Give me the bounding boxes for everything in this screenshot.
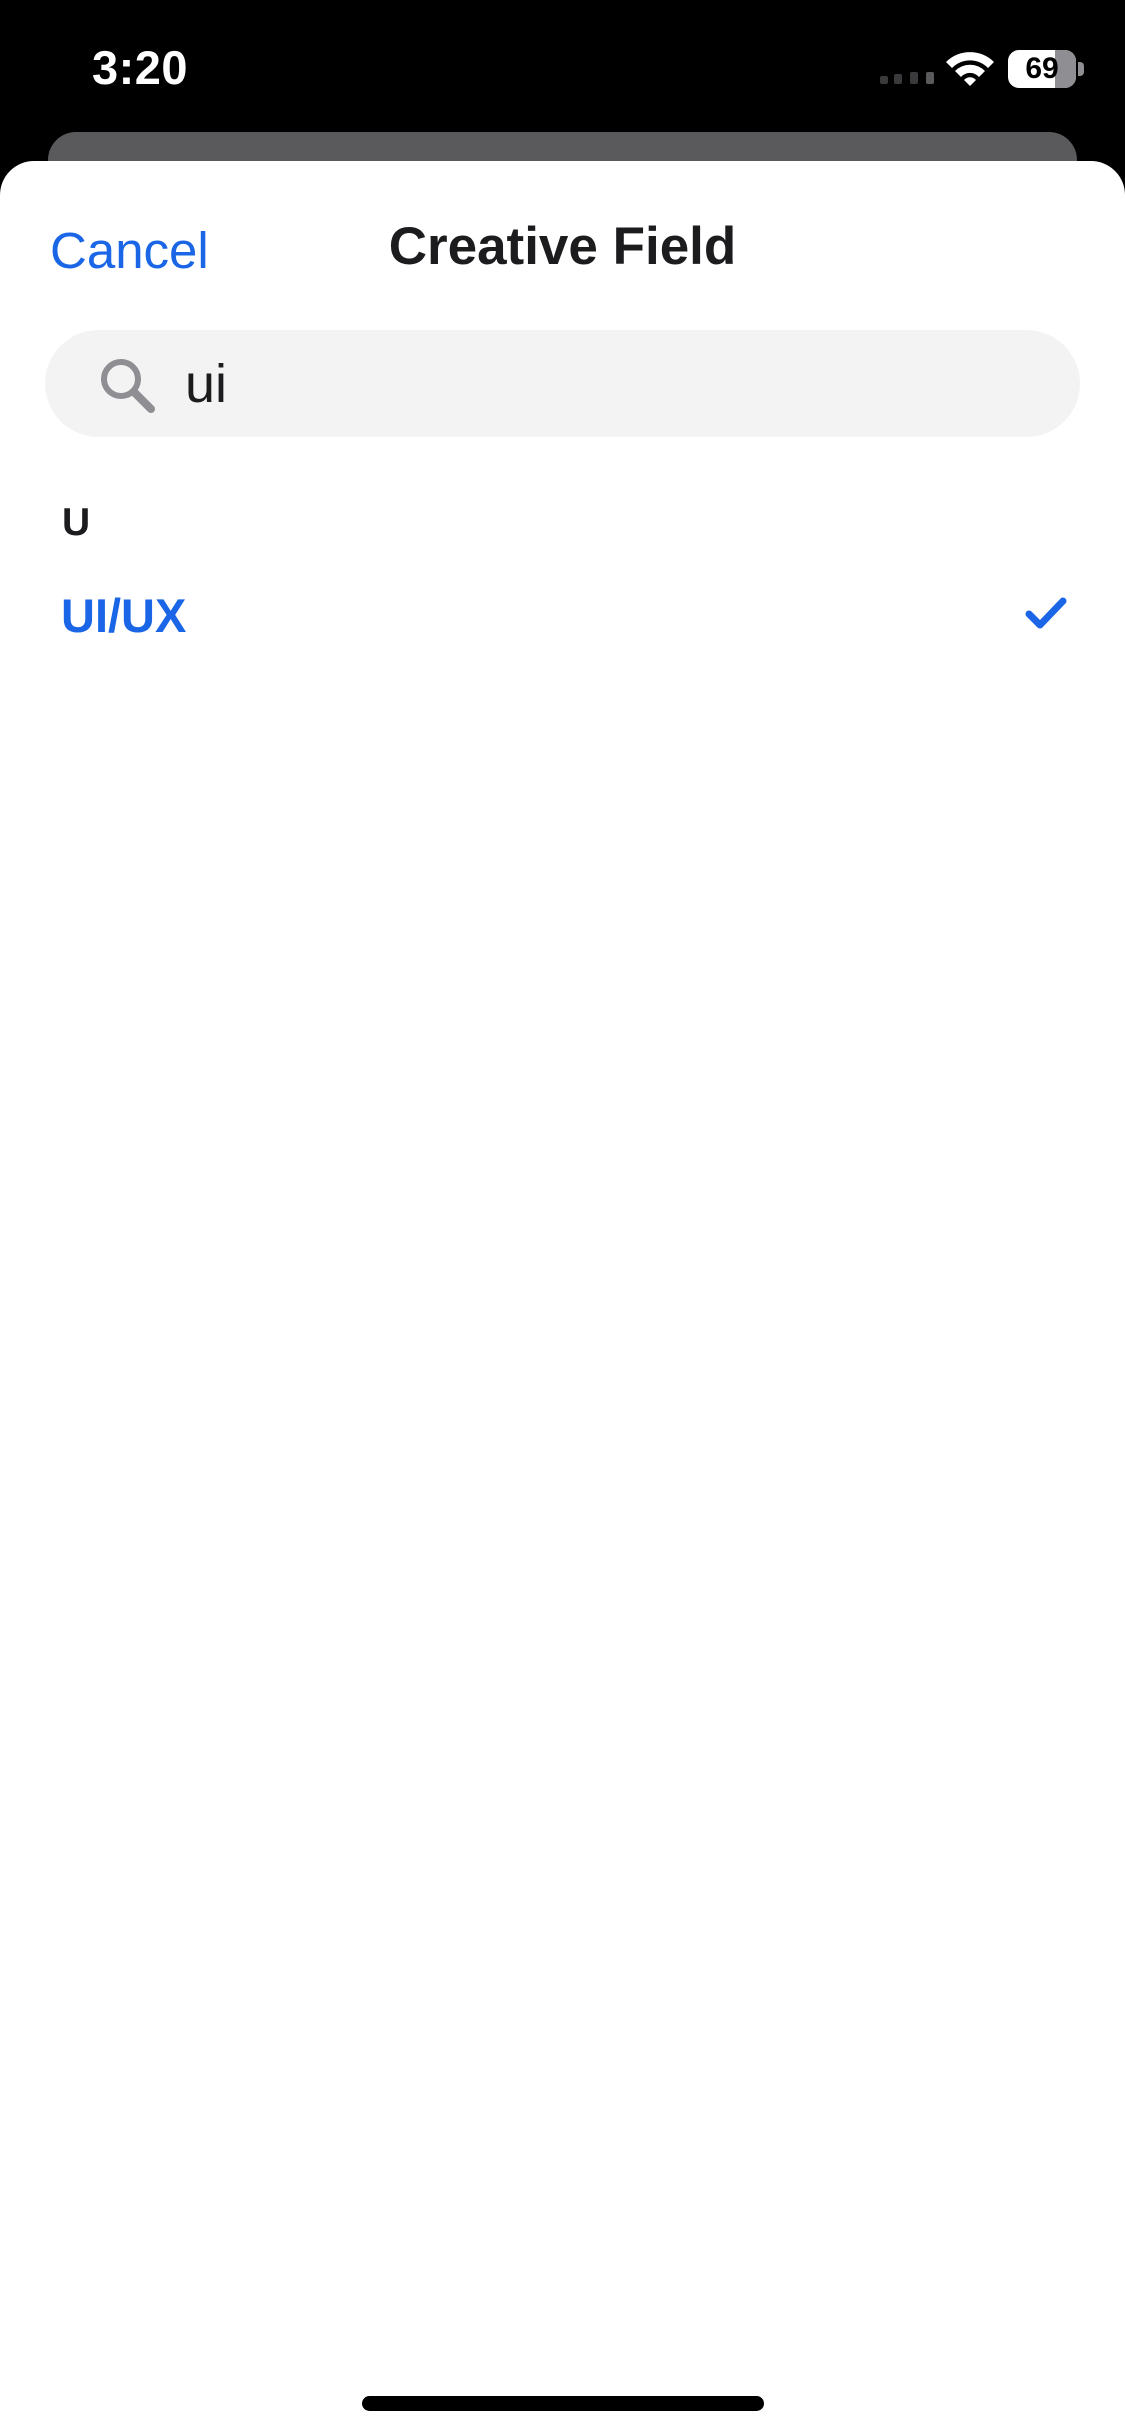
sheet-title: Creative Field — [388, 217, 737, 276]
creative-field-sheet: Cancel Creative Field U UI/UX — [0, 161, 1125, 2436]
status-time: 3:20 — [92, 41, 189, 94]
battery-level: 69 — [1025, 52, 1059, 85]
search-bar[interactable] — [45, 330, 1080, 437]
battery-cap — [1078, 62, 1084, 76]
battery-icon: 69 — [1008, 50, 1076, 88]
screen: 3:20 69 Cancel Creative Field ui U UI/UX — [0, 0, 1125, 2436]
wifi-icon — [946, 52, 994, 86]
section-header: U — [62, 501, 91, 544]
search-icon — [101, 359, 155, 413]
list-item-label: UI/UX — [61, 589, 187, 642]
search-input[interactable] — [185, 350, 1045, 417]
home-indicator — [362, 2396, 764, 2411]
cellular-signal-icon — [880, 72, 934, 84]
checkmark-icon — [1025, 597, 1067, 629]
list-item-ui-ux[interactable]: UI/UX — [0, 566, 1125, 666]
status-bar: 3:20 69 — [0, 0, 1125, 135]
